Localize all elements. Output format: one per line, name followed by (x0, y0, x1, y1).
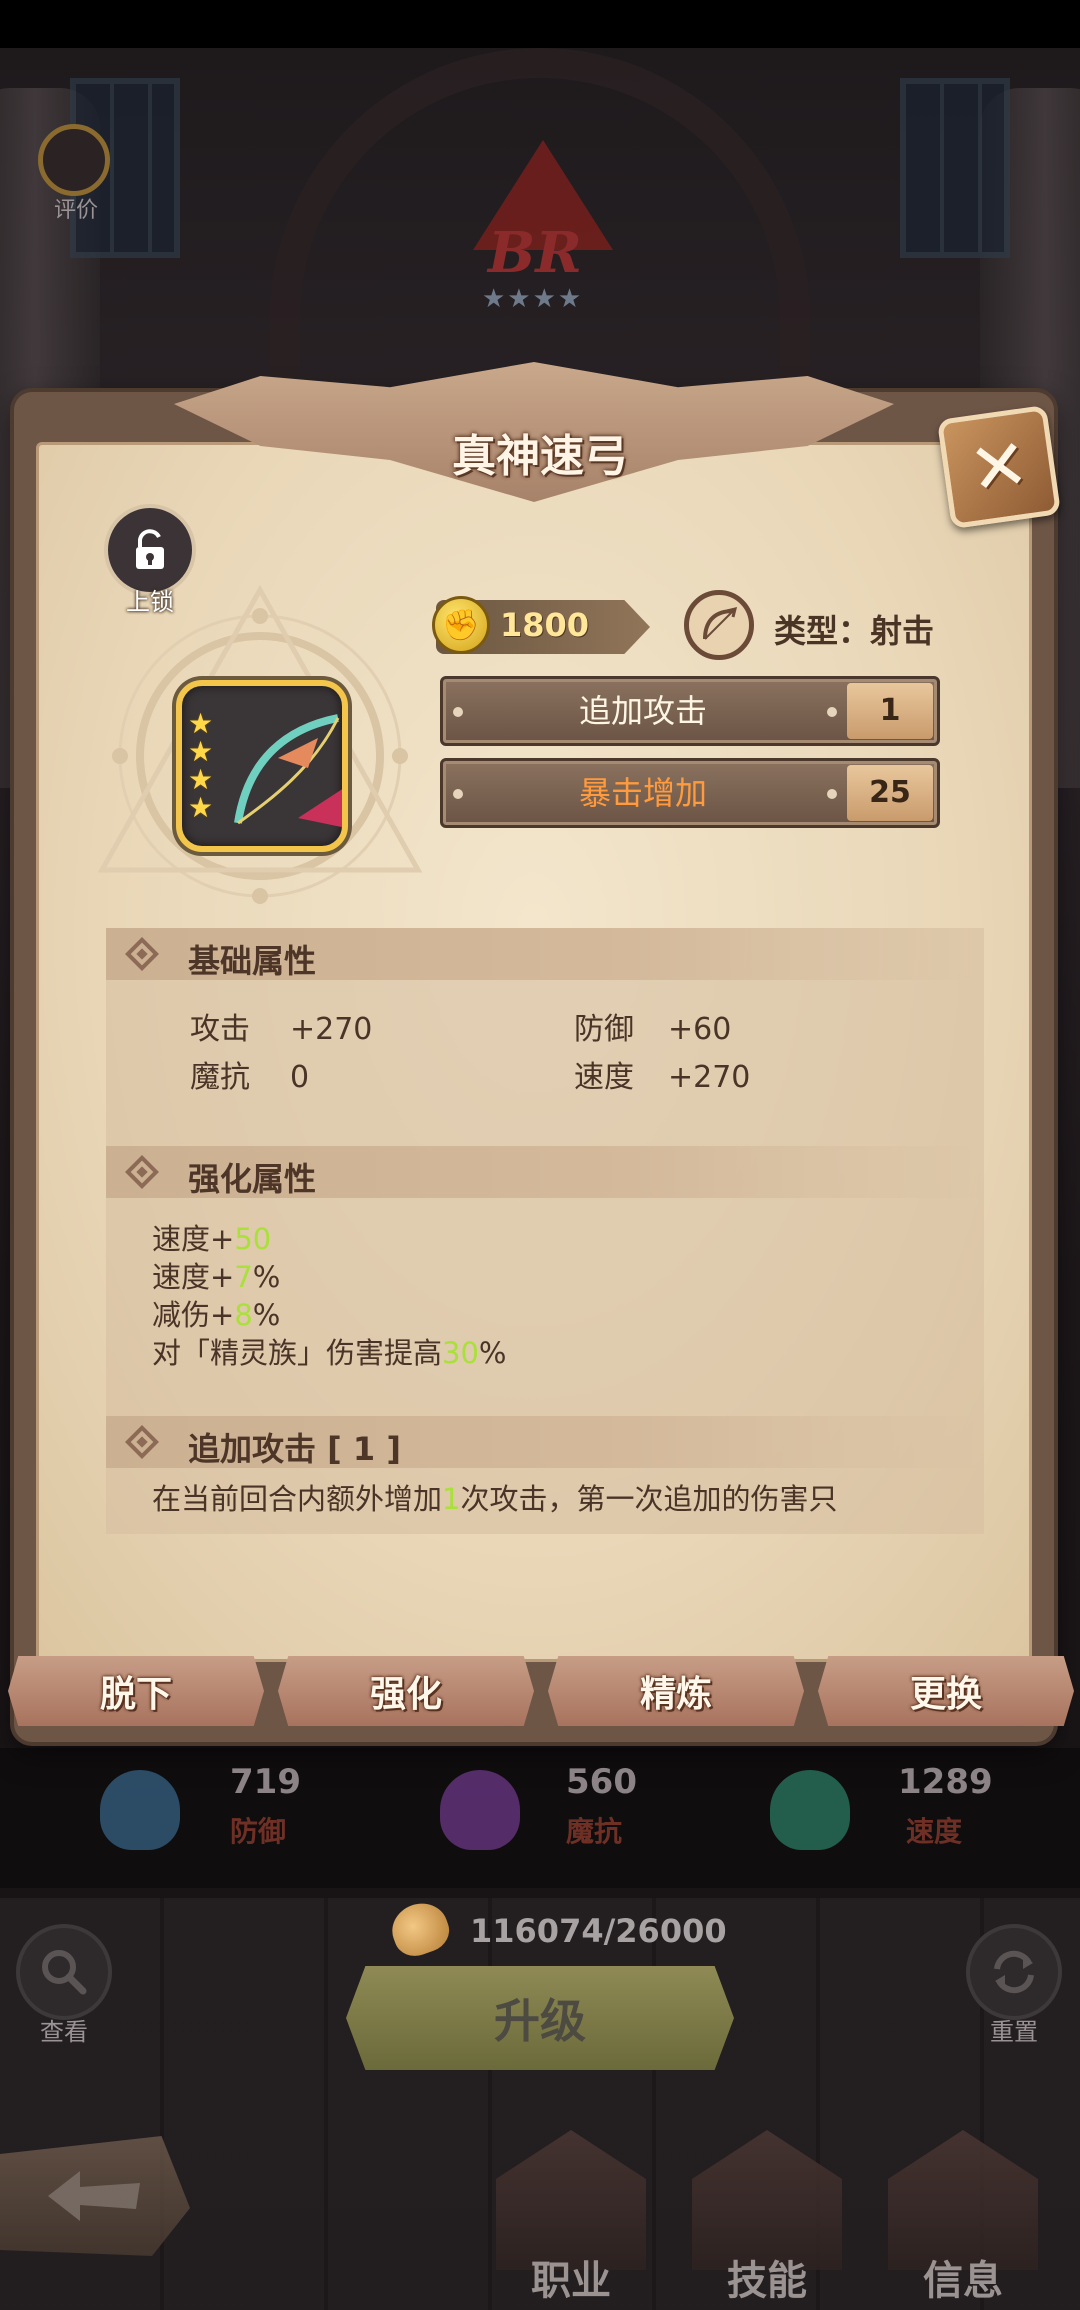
base-stat-magic-resist: 魔抗 0 (190, 1060, 310, 1095)
type-label: 类型：射击 (774, 612, 935, 650)
power-value: 1800 (500, 606, 590, 644)
back-arrow-icon (48, 2171, 140, 2221)
fist-icon: ✊ (432, 596, 490, 654)
enhance-button[interactable]: 强化 (278, 1656, 534, 1726)
dialog-title: 真神速弓 (452, 431, 628, 482)
base-stat-defense: 防御 +60 (574, 1012, 732, 1047)
stat-name: 暴击增加 (578, 774, 707, 812)
diamond-icon (125, 1425, 159, 1459)
star-icon: ★ (188, 735, 214, 768)
nav-info-label: 信息 (923, 2258, 1003, 2304)
defense-value: 719 (230, 1762, 301, 1802)
base-stat-speed: 速度 +270 (574, 1060, 751, 1095)
rank-emblem: BR ★★★★ (468, 140, 618, 314)
item-stars: ★ ★ ★ ★ (188, 710, 218, 822)
section-title: 基础属性 (188, 942, 317, 980)
enhance-line: 速度+7% (152, 1260, 281, 1294)
bow-type-icon (684, 590, 754, 660)
refresh-icon (994, 1950, 1034, 1994)
speed-label: 速度 (906, 1815, 963, 1848)
window-right (900, 78, 1010, 258)
base-stat-attack: 攻击 +270 (190, 1012, 373, 1047)
magic-resist-value: 560 (566, 1762, 637, 1802)
reset-label: 重置 (990, 2018, 1038, 2046)
section-header-extra-attack: 追加攻击 [ 1 ] (106, 1416, 984, 1468)
star-icon: ★ (188, 763, 214, 796)
bow-icon (234, 714, 342, 828)
star-icon: ★ (188, 791, 214, 824)
search-button[interactable] (16, 1924, 112, 2020)
stat-name: 追加攻击 (578, 692, 707, 730)
unequip-button[interactable]: 脱下 (8, 1656, 264, 1726)
emblem-text: BR (488, 220, 582, 286)
search-label: 查看 (40, 2018, 88, 2046)
magic-resist-shield-icon (440, 1770, 520, 1850)
currency-amount: 116074/26000 (470, 1912, 727, 1950)
nav-class-label: 职业 (531, 2258, 611, 2304)
magic-resist-label: 魔抗 (566, 1815, 623, 1848)
extra-attack-description: 在当前回合内额外增加1次攻击，第一次追加的伤害只 (152, 1482, 838, 1516)
enhance-line: 减伤+8% (152, 1298, 281, 1332)
close-icon: ✕ (964, 422, 1034, 512)
item-icon-frame[interactable]: ★ ★ ★ ★ (176, 680, 348, 852)
speed-boot-icon (770, 1770, 850, 1850)
section-header-base: 基础属性 (106, 928, 984, 980)
enhance-line: 对「精灵族」伤害提高30% (152, 1336, 507, 1370)
diamond-icon (125, 937, 159, 971)
rating-button[interactable] (38, 124, 110, 196)
emblem-stars: ★★★★ (482, 284, 584, 314)
search-icon (42, 1950, 87, 1995)
star-icon: ★ (188, 707, 214, 740)
replace-button[interactable]: 更换 (818, 1656, 1074, 1726)
close-button[interactable]: ✕ (936, 404, 1062, 530)
rating-label: 评价 (53, 198, 98, 223)
section-title: 强化属性 (188, 1160, 317, 1198)
back-button[interactable] (0, 2136, 190, 2256)
defense-label: 防御 (230, 1815, 287, 1848)
diamond-icon (125, 1155, 159, 1189)
stat-value: 1 (847, 683, 933, 739)
stat-value: 25 (847, 765, 933, 821)
speed-value: 1289 (898, 1762, 993, 1802)
upgrade-button[interactable]: 升级 (346, 1966, 734, 2070)
nav-skill-label: 技能 (727, 2258, 807, 2304)
enhance-line: 速度+50 (152, 1222, 272, 1256)
section-title: 追加攻击 [ 1 ] (188, 1430, 401, 1468)
attribute-scroll-panel[interactable]: 基础属性 攻击 +270 防御 +60 魔抗 0 速度 +270 强化属性 速度+50 … (106, 928, 984, 1534)
stat-bar-crit: 暴击增加 25 (440, 758, 940, 828)
section-header-enhance: 强化属性 (106, 1146, 984, 1198)
reset-button[interactable] (966, 1924, 1062, 2020)
stat-bar-extra-attack: 追加攻击 1 (440, 676, 940, 746)
lock-icon (136, 529, 164, 569)
refine-button[interactable]: 精炼 (548, 1656, 804, 1726)
defense-shield-icon (100, 1770, 180, 1850)
